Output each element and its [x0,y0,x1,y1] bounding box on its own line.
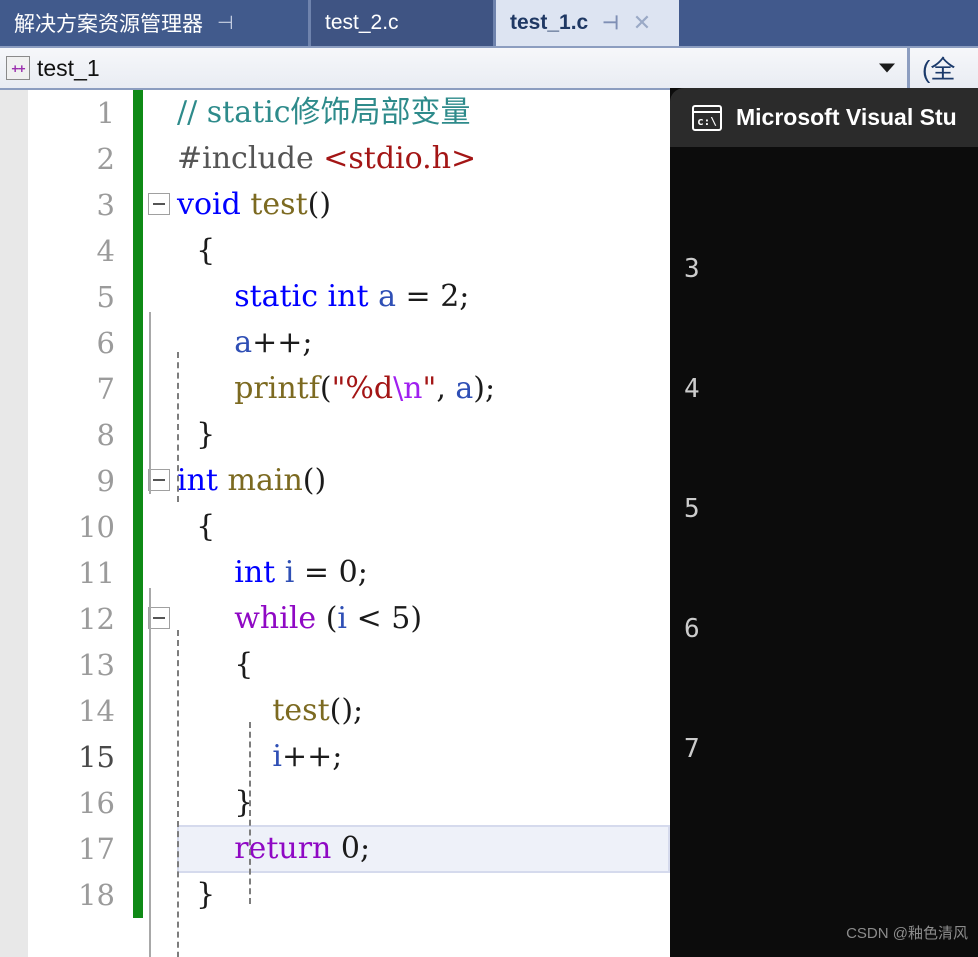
console-title-bar[interactable]: c:\ Microsoft Visual Stu [670,88,978,147]
close-icon[interactable]: ✕ [633,12,651,34]
change-bar [133,872,143,918]
tab-label: 解决方案资源管理器 [14,13,203,36]
glyph-margin[interactable] [143,136,177,182]
glyph-margin[interactable] [143,90,177,136]
line-number: 17 [78,832,115,866]
change-bar [133,642,143,688]
change-bar [133,688,143,734]
change-bar [133,320,143,366]
command-prompt-icon: c:\ [692,104,722,131]
indent-guide [177,630,179,957]
line-number: 3 [96,188,115,222]
member-label: (全 [922,56,956,84]
change-bar [133,734,143,780]
line-number: 9 [96,464,115,498]
change-bar [133,90,143,136]
console-output-line: 5 [684,494,700,524]
watermark: CSDN @釉色清风 [846,925,968,942]
line-number: 11 [78,556,115,590]
console-output-line: 7 [684,734,700,764]
glyph-margin[interactable] [143,182,177,228]
tab-label: test_1.c [510,11,589,34]
editor-tab-strip: 解决方案资源管理器 ⊣ test_2.c test_1.c ⊣ ✕ [0,0,978,46]
change-bar [133,780,143,826]
navigation-bar: ++ test_1 (全 [0,46,978,90]
collapse-toggle-icon[interactable] [148,193,170,215]
member-dropdown[interactable]: (全 [910,48,978,88]
collapse-toggle-icon[interactable] [148,469,170,491]
console-title: Microsoft Visual Stu [736,104,957,130]
console-output[interactable]: 3 4 5 6 7 D:\My_code\C语言 按任意键关闭此窗 [670,147,978,957]
change-bar [133,596,143,642]
indent-guide [177,352,179,502]
indent-guide [149,588,151,957]
change-bar [133,228,143,274]
cpp-project-icon: ++ [6,56,30,80]
change-bar [133,458,143,504]
line-number: 5 [96,280,115,314]
line-number: 4 [96,234,115,268]
change-bar [133,366,143,412]
console-output-line: 3 [684,254,700,284]
line-number: 2 [96,142,115,176]
line-number: 10 [78,510,115,544]
scope-dropdown[interactable]: ++ test_1 [0,48,910,88]
change-bar [133,826,143,872]
change-bar [133,504,143,550]
scope-label: test_1 [37,54,100,81]
command-prompt-icon-text: c:\ [697,114,717,128]
tab-solution-explorer[interactable]: 解决方案资源管理器 ⊣ [0,0,311,46]
console-window[interactable]: c:\ Microsoft Visual Stu 3 4 5 6 7 D:\My… [670,88,978,957]
tab-test-2-c[interactable]: test_2.c [311,0,496,46]
change-bar [133,550,143,596]
console-output-line: 4 [684,374,700,404]
pin-icon[interactable]: ⊣ [217,14,234,33]
glyph-margin[interactable] [143,504,177,550]
line-number: 1 [96,96,115,130]
tab-test-1-c[interactable]: test_1.c ⊣ ✕ [496,0,679,46]
line-number: 12 [78,602,115,636]
change-bar [133,412,143,458]
console-output-line: 6 [684,614,700,644]
line-number: 7 [96,372,115,406]
line-number: 18 [78,878,115,912]
line-number: 16 [78,786,115,820]
line-number: 13 [78,648,115,682]
tab-label: test_2.c [325,11,399,34]
change-bar [133,182,143,228]
change-bar [133,274,143,320]
editor-left-margin [0,90,28,957]
indent-guide [149,312,151,494]
change-bar [133,136,143,182]
line-number: 6 [96,326,115,360]
line-number: 14 [78,694,115,728]
line-number: 15 [78,740,115,774]
collapse-toggle-icon[interactable] [148,607,170,629]
chevron-down-icon[interactable] [879,63,895,73]
pin-icon[interactable]: ⊣ [602,14,619,33]
line-number: 8 [96,418,115,452]
glyph-margin[interactable] [143,228,177,274]
